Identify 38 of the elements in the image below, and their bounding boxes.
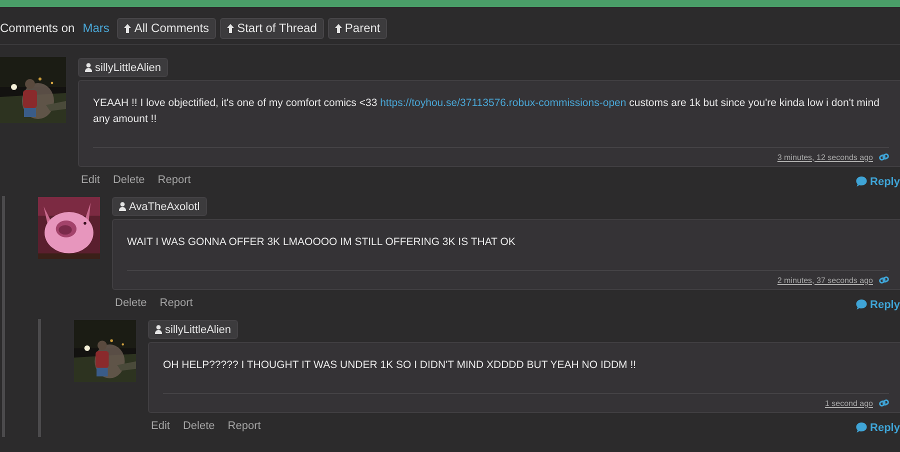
link-icon <box>879 276 889 284</box>
nav-button[interactable]: Parent <box>328 18 388 38</box>
mars-link[interactable]: Mars <box>82 21 110 35</box>
action-link[interactable]: Edit <box>81 174 100 186</box>
comment-text: OH HELP????? I THOUGHT IT WAS UNDER 1K SO I DIDN'T MIND XDDDD BUT YEAH NO IDDM !! <box>163 358 638 373</box>
reply-button[interactable]: Reply <box>856 172 900 188</box>
arrow-up-icon <box>124 24 132 32</box>
username-button[interactable]: sillyLittleAlien <box>148 320 238 339</box>
speech-bubble-icon <box>856 299 868 310</box>
timestamp-link[interactable]: 3 minutes, 12 seconds ago <box>777 152 873 162</box>
comment-text: YEAAH !! I love objectified, it's one of my comfort comics <33 https://toyhou.se/37113576.robux-commissions-open customs are 1k but since you're kinda low i don't mind any amount !! <box>93 96 880 127</box>
reply-button[interactable]: Reply <box>856 296 900 310</box>
action-link[interactable]: Delete <box>112 174 145 186</box>
username-button[interactable]: AvaTheAxolotl <box>112 197 207 216</box>
username-button[interactable]: sillyLittleAlien <box>78 58 168 77</box>
action-link[interactable]: Delete <box>182 420 215 432</box>
arrow-up-icon <box>227 24 234 32</box>
user-icon <box>119 202 126 211</box>
timestamp-link[interactable]: 1 second ago <box>824 398 873 408</box>
link-icon <box>879 399 889 407</box>
action-link[interactable]: Report <box>158 174 191 186</box>
nav-button[interactable]: All Comments <box>117 18 216 38</box>
arrow-up-icon <box>334 24 342 32</box>
action-link[interactable]: Report <box>160 297 193 309</box>
speech-bubble-icon <box>856 422 868 433</box>
action-link[interactable]: Report <box>228 420 261 432</box>
nav-button[interactable]: Start of Thread <box>220 18 324 38</box>
timestamp-link[interactable]: 2 minutes, 37 seconds ago <box>777 276 873 284</box>
action-link[interactable]: Edit <box>151 420 170 432</box>
page-heading: Comments on <box>0 21 75 35</box>
url-link[interactable]: https://toyhou.se/37113576.robux-commissions-open <box>380 97 626 109</box>
user-icon <box>155 325 162 334</box>
link-icon <box>879 153 889 161</box>
action-link[interactable]: Delete <box>115 297 147 309</box>
user-icon <box>85 63 92 72</box>
speech-bubble-icon <box>856 176 868 187</box>
reply-button[interactable]: Reply <box>856 418 900 434</box>
comment-text: WAIT I WAS GONNA OFFER 3K LMAOOOO IM STILL OFFERING 3K IS THAT OK <box>127 235 516 250</box>
